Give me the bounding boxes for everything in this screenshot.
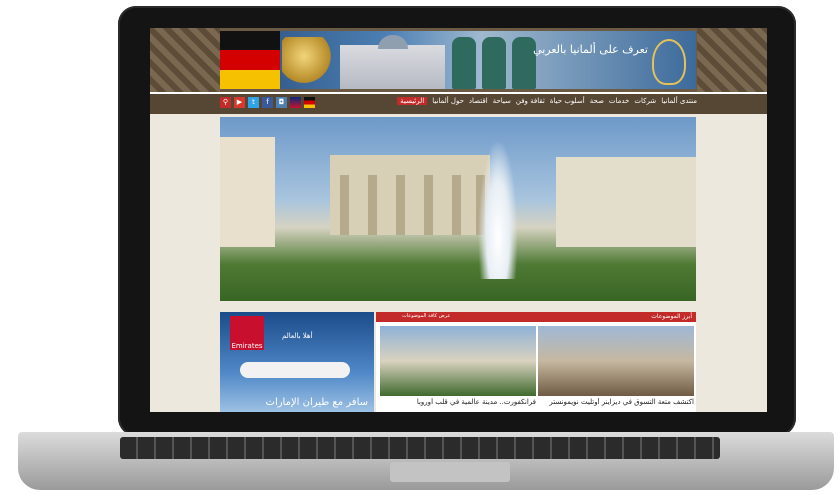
reichstag-building	[340, 35, 445, 89]
header-pattern-left	[150, 28, 220, 92]
story-caption[interactable]: فرانكفورت.. مدينة عالمية في قلب أوروبا	[380, 398, 536, 406]
nav-item-home[interactable]: الرئيسية	[397, 97, 428, 105]
nav-item-economy[interactable]: اقتصاد	[469, 97, 488, 105]
statue	[452, 37, 476, 89]
keyboard	[120, 437, 720, 459]
facebook-icon[interactable]: f	[262, 97, 273, 108]
story-card-frankfurt[interactable]	[380, 326, 536, 396]
topics-title: أبرز الموضوعات	[651, 313, 692, 320]
nav-item-health[interactable]: صحة	[590, 97, 604, 105]
youtube-icon[interactable]: ▶	[234, 97, 245, 108]
story-image	[380, 326, 536, 396]
instagram-icon[interactable]: ◘	[276, 97, 287, 108]
story-caption[interactable]: اكتشف متعة التسوق في ديزاينر أوتليت نويم…	[538, 398, 694, 406]
brand-tagline: تعرف على ألمانيا بالعربي	[533, 43, 648, 56]
building-right	[556, 157, 696, 247]
trackpad	[390, 462, 510, 482]
statue	[482, 37, 506, 89]
german-flag-icon[interactable]	[304, 97, 315, 108]
ad-cta-text: سافر مع طيران الإمارات	[265, 397, 368, 408]
nav-item-companies[interactable]: شركات	[634, 97, 656, 105]
view-all-topics-link[interactable]: عرض كافة الموضوعات	[402, 313, 450, 319]
golden-eagle-icon	[282, 37, 337, 85]
search-icon[interactable]: ⚲	[220, 97, 231, 108]
site-header: تعرف على ألمانيا بالعربي	[150, 28, 767, 92]
emirates-logo: Emirates	[230, 316, 264, 350]
german-flag-banner	[220, 31, 280, 89]
site-logo-icon[interactable]	[652, 39, 686, 85]
topics-header-bar: أبرز الموضوعات عرض كافة الموضوعات	[376, 312, 696, 322]
featured-topics: أبرز الموضوعات عرض كافة الموضوعات اكتشف …	[376, 312, 696, 412]
nav-item-tourism[interactable]: سياحة	[493, 97, 511, 105]
uk-flag-icon[interactable]	[290, 97, 301, 108]
emirates-ad[interactable]: Emirates أهلا بالعالم سافر مع طيران الإم…	[220, 312, 374, 412]
header-pattern-right	[697, 28, 767, 92]
story-image	[538, 326, 694, 396]
hero-slider-image[interactable]	[220, 117, 696, 301]
twitter-icon[interactable]: t	[248, 97, 259, 108]
nav-item-forum[interactable]: منتدى ألمانيا	[661, 97, 697, 105]
story-card-shopping[interactable]	[538, 326, 694, 396]
main-nav: الرئيسية حول ألمانيا اقتصاد سياحة ثقافة …	[150, 92, 767, 114]
nav-item-culture[interactable]: ثقافة وفن	[516, 97, 545, 105]
nav-item-about[interactable]: حول ألمانيا	[432, 97, 464, 105]
header-banner: تعرف على ألمانيا بالعربي	[220, 31, 696, 89]
airplane-image	[240, 362, 350, 378]
nav-menu: الرئيسية حول ألمانيا اقتصاد سياحة ثقافة …	[397, 97, 697, 105]
brandenburg-gate	[330, 155, 490, 235]
fountain	[478, 139, 518, 279]
nav-item-lifestyle[interactable]: أسلوب حياة	[550, 97, 585, 105]
building-left	[220, 137, 275, 247]
ad-tagline: أهلا بالعالم	[282, 332, 313, 340]
website-screen: تعرف على ألمانيا بالعربي الرئيسية حول أل…	[150, 28, 767, 412]
nav-item-services[interactable]: خدمات	[609, 97, 629, 105]
nav-icons: ⚲ ▶ t f ◘	[220, 97, 315, 108]
content-section: Emirates أهلا بالعالم سافر مع طيران الإم…	[220, 312, 696, 412]
